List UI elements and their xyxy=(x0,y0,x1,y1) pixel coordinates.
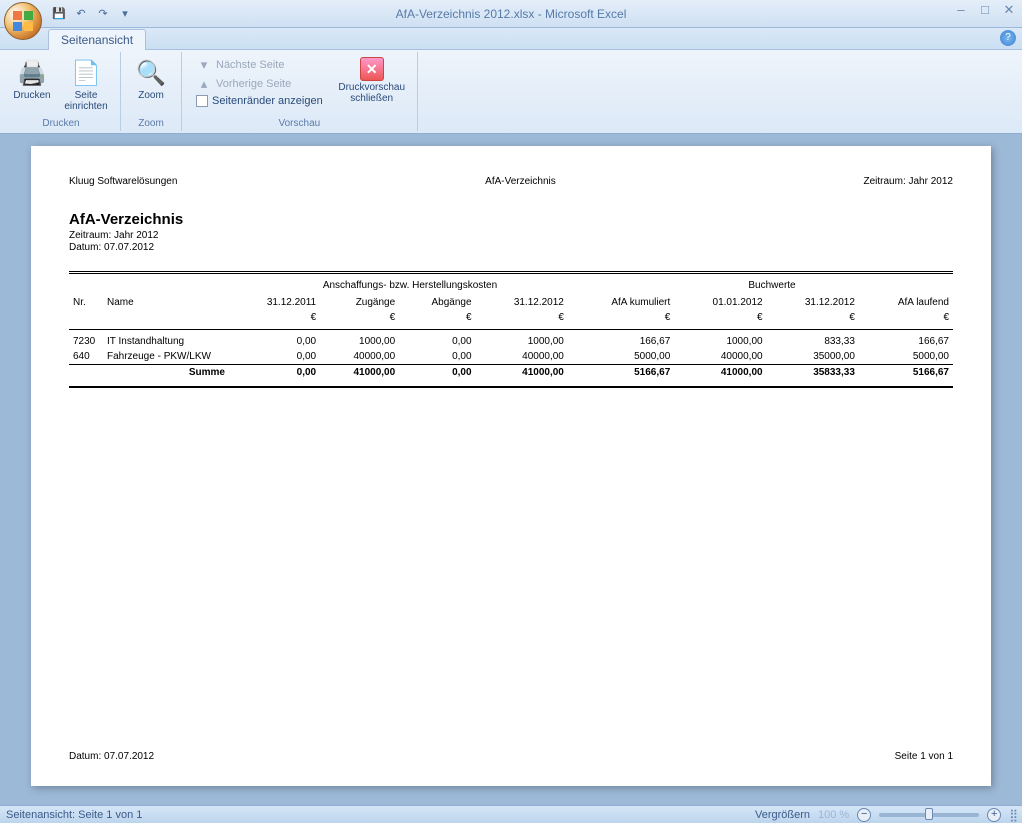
undo-icon[interactable]: ↶ xyxy=(72,5,90,23)
tab-seitenansicht[interactable]: Seitenansicht xyxy=(48,29,146,50)
page-down-icon: ▾ xyxy=(196,57,212,73)
table-row: 7230IT Instandhaltung0,001000,000,001000… xyxy=(69,334,953,349)
magnifier-icon: 🔍 xyxy=(135,57,167,89)
zoom-hint: Vergrößern xyxy=(755,809,810,821)
help-icon[interactable]: ? xyxy=(1000,30,1016,46)
maximize-button[interactable]: □ xyxy=(976,2,994,18)
page-setup-icon: 📄 xyxy=(70,57,102,89)
ribbon-group-zoom: 🔍 Zoom Zoom xyxy=(121,52,182,131)
minimize-button[interactable]: – xyxy=(952,2,970,18)
page-preview: Kluug Softwarelösungen AfA-Verzeichnis Z… xyxy=(31,146,991,786)
statusbar: Seitenansicht: Seite 1 von 1 Vergrößern … xyxy=(0,805,1022,823)
section-header-bookvalues: Buchwerte xyxy=(591,280,953,291)
prev-page-button: ▴ Vorherige Seite xyxy=(192,75,327,93)
print-button[interactable]: 🖨️ Drucken xyxy=(8,54,56,117)
titlebar: 💾 ↶ ↷ ▾ AfA-Verzeichnis 2012.xlsx - Micr… xyxy=(0,0,1022,28)
zoom-in-button[interactable]: + xyxy=(987,808,1001,822)
ribbon-group-vorschau: ▾ Nächste Seite ▴ Vorherige Seite Seiten… xyxy=(182,52,418,131)
close-icon: ✕ xyxy=(360,57,384,81)
zoom-slider[interactable] xyxy=(879,813,979,817)
quick-access-toolbar: 💾 ↶ ↷ ▾ xyxy=(50,5,134,23)
ribbon-group-drucken: 🖨️ Drucken 📄 Seite einrichten Drucken xyxy=(2,52,121,131)
zoom-percent: 100 % xyxy=(818,809,849,821)
report-table: Nr. Name 31.12.2011 Zugänge Abgänge 31.1… xyxy=(69,295,953,380)
table-sum-row: Summe0,0041000,000,0041000,005166,674100… xyxy=(69,365,953,381)
office-button[interactable] xyxy=(4,2,42,40)
page-footer-left: Datum: 07.07.2012 xyxy=(69,751,154,762)
zoom-button[interactable]: 🔍 Zoom xyxy=(127,54,175,117)
report-subtitle-date: Datum: 07.07.2012 xyxy=(69,242,953,253)
ribbon: 🖨️ Drucken 📄 Seite einrichten Drucken 🔍 … xyxy=(0,50,1022,134)
zoom-out-button[interactable]: − xyxy=(857,808,871,822)
close-window-button[interactable]: ✕ xyxy=(1000,2,1018,18)
resize-grip-icon[interactable]: ⣿ xyxy=(1009,808,1016,822)
next-page-button: ▾ Nächste Seite xyxy=(192,56,327,74)
window-title: AfA-Verzeichnis 2012.xlsx - Microsoft Ex… xyxy=(0,7,1022,21)
page-header-right: Zeitraum: Jahr 2012 xyxy=(863,176,953,187)
show-margins-checkbox[interactable]: Seitenränder anzeigen xyxy=(192,94,327,108)
table-row: 640Fahrzeuge - PKW/LKW0,0040000,000,0040… xyxy=(69,349,953,365)
ribbon-tabs: Seitenansicht ? xyxy=(0,28,1022,50)
report-title: AfA-Verzeichnis xyxy=(69,211,953,228)
page-header-center: AfA-Verzeichnis xyxy=(485,176,556,187)
page-up-icon: ▴ xyxy=(196,76,212,92)
checkbox-icon xyxy=(196,95,208,107)
qat-dropdown-icon[interactable]: ▾ xyxy=(116,5,134,23)
preview-area[interactable]: Kluug Softwarelösungen AfA-Verzeichnis Z… xyxy=(0,134,1022,805)
section-header-costs: Anschaffungs- bzw. Herstellungskosten xyxy=(229,280,591,291)
page-footer-right: Seite 1 von 1 xyxy=(895,751,953,762)
status-text: Seitenansicht: Seite 1 von 1 xyxy=(6,809,142,821)
save-icon[interactable]: 💾 xyxy=(50,5,68,23)
page-setup-button[interactable]: 📄 Seite einrichten xyxy=(58,54,114,117)
close-preview-button[interactable]: ✕ Druckvorschau schließen xyxy=(333,54,411,117)
page-header-left: Kluug Softwarelösungen xyxy=(69,176,177,187)
report-subtitle-period: Zeitraum: Jahr 2012 xyxy=(69,230,953,241)
redo-icon[interactable]: ↷ xyxy=(94,5,112,23)
printer-icon: 🖨️ xyxy=(16,57,48,89)
